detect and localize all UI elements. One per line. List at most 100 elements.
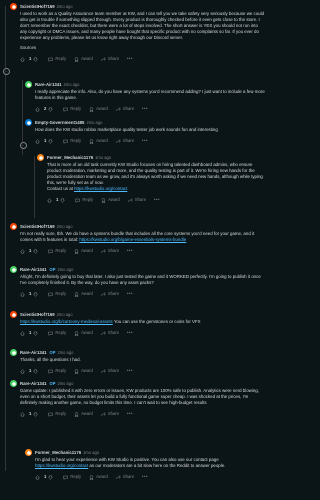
upvote-icon[interactable]: [20, 56, 25, 62]
reply-button[interactable]: Reply: [48, 291, 66, 297]
avatar[interactable]: [10, 311, 17, 318]
upvote-icon[interactable]: [47, 197, 52, 203]
downvote-icon[interactable]: [33, 330, 39, 336]
upvote-icon[interactable]: [35, 138, 40, 144]
more-options-button[interactable]: •••: [127, 411, 133, 417]
more-options-button[interactable]: •••: [142, 474, 148, 480]
thread-line[interactable]: [34, 156, 35, 218]
upvote-icon[interactable]: [20, 330, 25, 336]
more-options-button[interactable]: •••: [142, 106, 148, 112]
award-label: Award: [81, 291, 93, 296]
reply-button[interactable]: Reply: [75, 197, 93, 203]
downvote-icon[interactable]: [33, 248, 39, 254]
share-button[interactable]: Share: [116, 474, 134, 480]
share-button[interactable]: Share: [116, 106, 134, 112]
share-button[interactable]: Share: [101, 330, 119, 336]
award-icon: [74, 330, 79, 336]
reply-button[interactable]: Reply: [48, 411, 66, 417]
downvote-icon[interactable]: [33, 56, 39, 62]
more-options-button[interactable]: •••: [142, 138, 148, 144]
upvote-icon[interactable]: [20, 368, 25, 374]
more-options-button[interactable]: •••: [127, 368, 133, 374]
contact-link[interactable]: https://kwstudio.org/contact: [74, 186, 127, 191]
comment-username[interactable]: Empty-Government1485: [35, 120, 84, 126]
avatar[interactable]: [25, 449, 32, 456]
award-button[interactable]: Award: [74, 411, 93, 417]
comment-username[interactable]: Rare-Air1341: [20, 267, 47, 273]
comment-time: 2mo ago: [56, 223, 73, 229]
downvote-icon[interactable]: [33, 291, 39, 297]
avatar[interactable]: [10, 266, 17, 273]
reply-button[interactable]: Reply: [63, 138, 81, 144]
share-button[interactable]: Share: [101, 291, 119, 297]
reply-button[interactable]: Reply: [48, 56, 66, 62]
award-button[interactable]: Award: [74, 330, 93, 336]
more-options-button[interactable]: •••: [127, 248, 133, 254]
comment-username[interactable]: Rare-Air1341: [20, 381, 47, 387]
downvote-icon[interactable]: [48, 474, 54, 480]
award-icon: [74, 248, 79, 254]
more-options-button[interactable]: •••: [127, 56, 133, 62]
upvote-icon[interactable]: [20, 411, 25, 417]
comment-username[interactable]: Former_Mechanic1176: [47, 155, 93, 161]
assets-link[interactable]: https://kwstudio.org/b/cartoony-medieval…: [20, 319, 113, 324]
comment-text: How does the KW studio roblox marketplac…: [35, 127, 218, 132]
contact-link[interactable]: https://kwstudio.org/contact: [35, 463, 88, 468]
comment-username[interactable]: Rare-Air1341: [20, 350, 47, 356]
downvote-icon[interactable]: [33, 368, 39, 374]
award-button[interactable]: Award: [89, 106, 108, 112]
comment-username[interactable]: ScientistHof7169: [20, 224, 55, 230]
comment-header: ScientistHof7169 2mo ago: [10, 2, 265, 11]
comment-header: Former_Mechanic1176 1mo ago: [25, 448, 265, 457]
avatar[interactable]: [10, 349, 17, 356]
avatar[interactable]: [37, 154, 44, 161]
reply-button[interactable]: Reply: [48, 248, 66, 254]
award-button[interactable]: Award: [101, 197, 120, 203]
avatar[interactable]: [25, 119, 32, 126]
vote-control: 2: [35, 106, 55, 112]
more-options-button[interactable]: •••: [127, 291, 133, 297]
award-button[interactable]: Award: [74, 56, 93, 62]
share-button[interactable]: Share: [101, 248, 119, 254]
upvote-icon[interactable]: [35, 474, 40, 480]
avatar[interactable]: [10, 223, 17, 230]
upvote-icon[interactable]: [20, 248, 25, 254]
comment-actions: 2 Reply Award Share •••: [35, 105, 265, 113]
collapse-toggle[interactable]: −: [2, 68, 10, 75]
downvote-icon[interactable]: [33, 411, 39, 417]
downvote-icon[interactable]: [48, 106, 54, 112]
share-button[interactable]: Share: [101, 411, 119, 417]
reply-button[interactable]: Reply: [63, 106, 81, 112]
share-button[interactable]: Share: [101, 56, 119, 62]
avatar[interactable]: [10, 380, 17, 387]
more-options-button[interactable]: •••: [127, 330, 133, 336]
bundle-link[interactable]: https://kwstudio.org/b/game-essentials-s…: [79, 237, 186, 242]
share-button[interactable]: Share: [101, 368, 119, 374]
more-options-button[interactable]: •••: [154, 197, 160, 203]
upvote-icon[interactable]: [20, 291, 25, 297]
award-button[interactable]: Award: [89, 138, 108, 144]
upvote-icon[interactable]: [35, 106, 40, 112]
downvote-icon[interactable]: [60, 197, 66, 203]
user-avatar-icon: [26, 450, 31, 455]
reply-button[interactable]: Reply: [63, 474, 81, 480]
award-button[interactable]: Award: [74, 248, 93, 254]
share-button[interactable]: Share: [128, 197, 146, 203]
comment-username[interactable]: Former_Mechanic1176: [35, 450, 81, 456]
avatar[interactable]: [25, 81, 32, 88]
share-button[interactable]: Share: [116, 138, 134, 144]
reply-label: Reply: [82, 197, 94, 202]
user-avatar-icon: [38, 155, 43, 160]
thread-line[interactable]: [5, 6, 6, 471]
award-button[interactable]: Award: [74, 368, 93, 374]
reply-button[interactable]: Reply: [48, 368, 66, 374]
downvote-icon[interactable]: [48, 138, 54, 144]
avatar[interactable]: [10, 3, 17, 10]
comment: Rare-Air1341 OP 2mo ago Alright, I'm def…: [10, 265, 265, 298]
award-button[interactable]: Award: [74, 291, 93, 297]
reply-button[interactable]: Reply: [48, 330, 66, 336]
comment-username[interactable]: Rare-Air1341: [35, 82, 62, 88]
award-button[interactable]: Award: [89, 474, 108, 480]
comment-username[interactable]: ScientistHof7169: [20, 312, 55, 318]
comment-username[interactable]: ScientistHof7169: [20, 4, 55, 10]
